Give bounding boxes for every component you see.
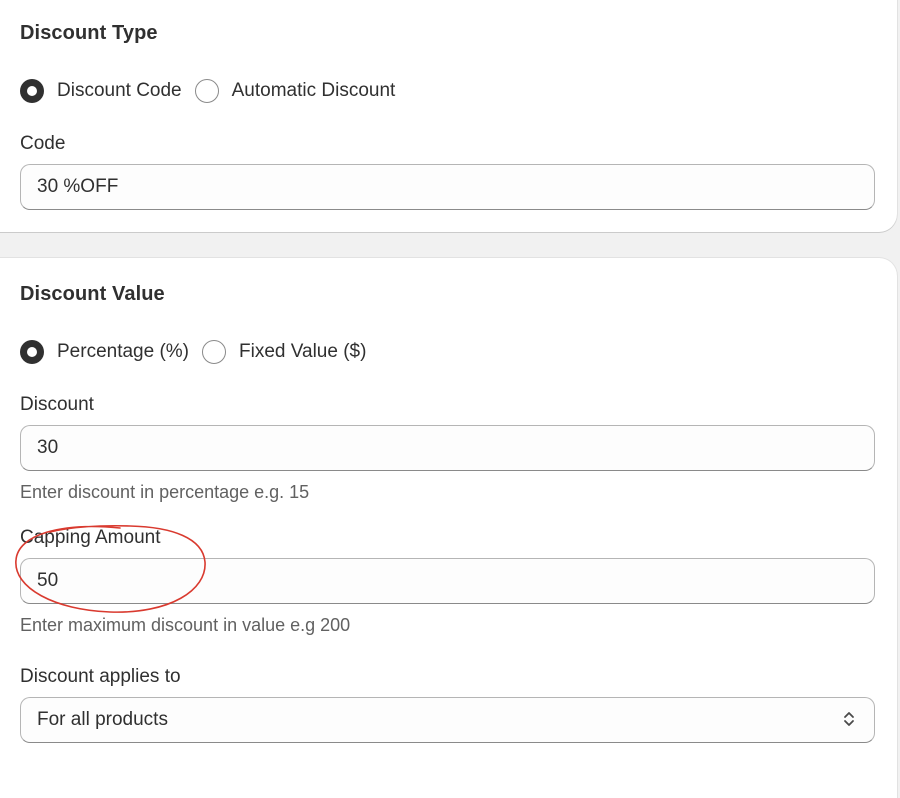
discount-value-radio-group: Percentage (%) Fixed Value ($)	[20, 339, 379, 365]
discount-value-card: Discount Value Percentage (%) Fixed Valu…	[0, 258, 897, 798]
automatic-discount-radio[interactable]	[194, 79, 219, 103]
discount-label: Discount	[20, 394, 94, 415]
code-label: Code	[20, 133, 66, 154]
capping-amount-label: Capping Amount	[20, 527, 161, 548]
discount-type-card: Discount Type Discount Code Automatic Di…	[0, 0, 897, 232]
discount-value-title: Discount Value	[20, 283, 165, 305]
discount-applies-to-select[interactable]: For all products	[20, 697, 875, 743]
discount-code-radio[interactable]	[20, 79, 44, 103]
percentage-radio[interactable]	[20, 340, 44, 364]
automatic-discount-radio-label[interactable]: Automatic Discount	[232, 80, 396, 102]
discount-code-radio-label[interactable]: Discount Code	[57, 80, 182, 102]
discount-applies-to-value: For all products	[37, 709, 168, 730]
capping-amount-help-text: Enter maximum discount in value e.g 200	[20, 615, 351, 635]
discount-type-radio-group: Discount Code Automatic Discount	[20, 78, 408, 104]
chevron-up-down-icon	[844, 712, 854, 726]
discount-input[interactable]	[20, 425, 875, 471]
discount-help-text: Enter discount in percentage e.g. 15	[20, 482, 310, 502]
discount-applies-to-label: Discount applies to	[20, 666, 181, 687]
code-input[interactable]	[20, 164, 875, 210]
fixed-value-radio[interactable]	[202, 340, 227, 364]
percentage-radio-label[interactable]: Percentage (%)	[57, 341, 189, 363]
capping-amount-input[interactable]	[20, 558, 875, 604]
fixed-value-radio-label[interactable]: Fixed Value ($)	[239, 341, 366, 363]
discount-type-title: Discount Type	[20, 22, 158, 44]
